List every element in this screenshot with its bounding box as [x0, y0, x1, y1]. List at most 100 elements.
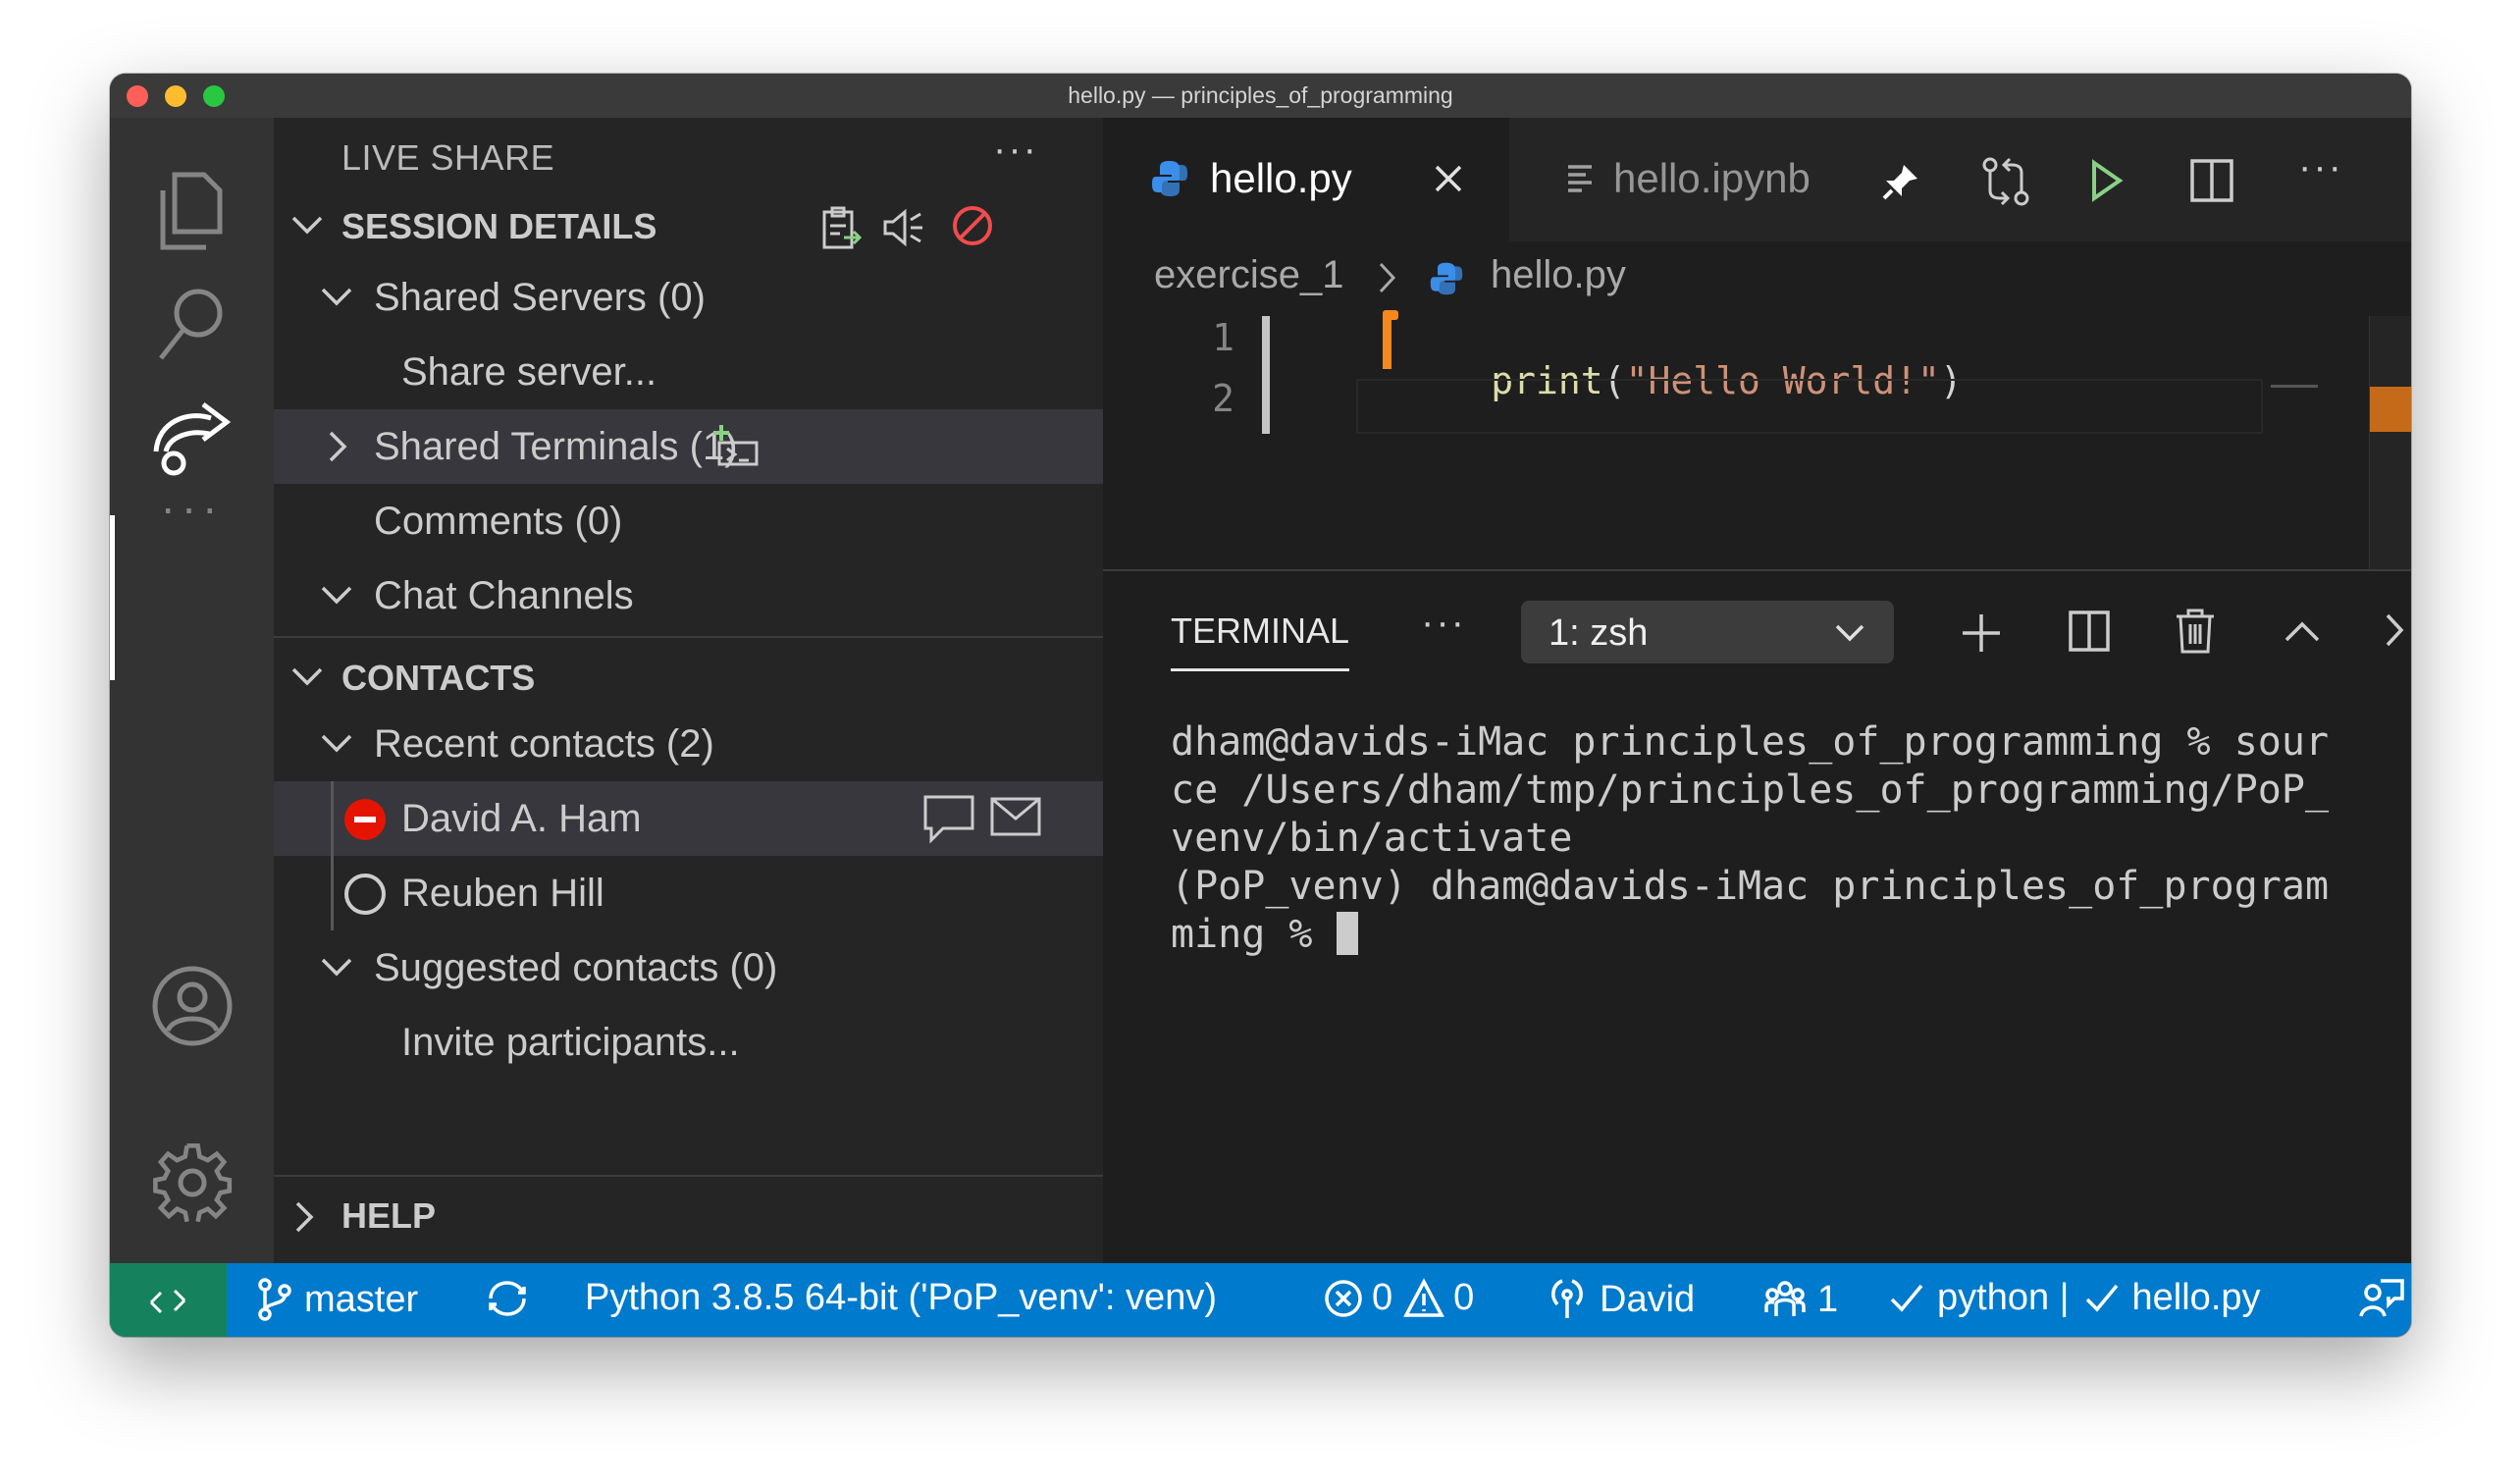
sync-button[interactable] — [483, 1277, 532, 1320]
tab-label: hello.ipynb — [1613, 155, 1811, 201]
terminal-line: dham@davids-iMac principles_of_programmi… — [1171, 719, 2330, 765]
offline-status-icon — [344, 874, 386, 915]
compare-changes-icon[interactable] — [1980, 155, 2031, 208]
git-gutter-indicator — [1262, 316, 1270, 434]
contact-item-david[interactable]: David A. Ham — [274, 781, 1103, 930]
feedback-button[interactable] — [2359, 1277, 2404, 1322]
trash-icon[interactable] — [2175, 607, 2216, 656]
check-icon — [1890, 1284, 1923, 1312]
tree-item-comments[interactable]: Comments (0) — [274, 484, 1103, 558]
vscode-window: hello.py — principles_of_programming ···… — [110, 74, 2411, 1337]
session-details-header[interactable]: SESSION DETAILS — [274, 196, 1103, 257]
editor-tabs-bar: hello.py hello.ipynb ··· — [1103, 118, 2411, 241]
selected-terminal: 1: zsh — [1549, 612, 1649, 654]
comments-label: Comments (0) — [374, 500, 623, 543]
notebook-file-icon — [1568, 165, 1592, 192]
stop-session-icon[interactable] — [949, 202, 996, 249]
collaborator-cursor — [1383, 314, 1391, 369]
breadcrumb-file[interactable]: hello.py — [1491, 253, 1626, 297]
busy-status-icon — [344, 799, 386, 840]
contact-item-reuben[interactable]: Reuben Hill — [274, 856, 1103, 930]
split-terminal-icon[interactable] — [2067, 609, 2112, 654]
status-bar: master Python 3.8.5 64-bit ('PoP_venv': … — [110, 1263, 2411, 1337]
audio-call-icon[interactable] — [879, 206, 926, 249]
window-title: hello.py — principles_of_programming — [1068, 82, 1453, 108]
breadcrumb-folder[interactable]: exercise_1 — [1154, 253, 1343, 297]
live-share-user-indicator[interactable]: David — [1547, 1277, 1695, 1322]
chevron-up-icon[interactable] — [2283, 618, 2322, 644]
tree-item-recent-contacts[interactable]: Recent contacts (2) — [274, 707, 1103, 781]
suggested-contacts-label: Suggested contacts (0) — [374, 946, 778, 989]
tab-terminal[interactable]: TERMINAL — [1171, 610, 1349, 652]
copy-link-icon[interactable] — [818, 204, 862, 251]
close-window-button[interactable] — [127, 85, 148, 107]
contacts-label: CONTACTS — [341, 658, 536, 698]
tree-item-share-server[interactable]: Share server... — [274, 335, 1103, 409]
new-terminal-icon[interactable] — [1959, 610, 2004, 656]
tree-item-shared-terminals[interactable]: Shared Terminals (1) — [274, 409, 1103, 484]
line-number: 2 — [1212, 377, 1234, 420]
split-editor-icon[interactable] — [2188, 157, 2235, 204]
editor-more-button[interactable]: ··· — [2298, 145, 2343, 189]
zoom-window-button[interactable] — [203, 85, 225, 107]
chevron-right-icon — [1379, 262, 1396, 293]
active-indicator — [110, 515, 115, 680]
more-views-icon[interactable]: ··· — [110, 481, 274, 534]
tree-item-shared-servers[interactable]: Shared Servers (0) — [274, 260, 1103, 335]
search-icon[interactable] — [110, 280, 274, 368]
branch-indicator[interactable]: master — [255, 1277, 418, 1322]
chevron-right-icon — [329, 431, 347, 462]
chevron-down-icon — [321, 288, 352, 306]
close-panel-icon[interactable] — [2385, 612, 2404, 648]
code-editor[interactable]: 1 2 print("Hello World!") — [1103, 310, 2411, 569]
explorer-icon[interactable] — [110, 167, 274, 255]
remote-indicator[interactable] — [110, 1263, 227, 1337]
tab-hello-py[interactable]: hello.py — [1103, 118, 1509, 241]
terminal-selector[interactable]: 1: zsh — [1521, 601, 1894, 663]
help-header[interactable]: HELP — [274, 1186, 1103, 1246]
breadcrumb: exercise_1 hello.py — [1103, 241, 2411, 316]
panel-more-button[interactable]: ··· — [1421, 601, 1466, 645]
collaborator-cursor-flag — [1383, 310, 1398, 320]
remote-icon — [149, 1289, 186, 1314]
help-label: HELP — [341, 1195, 437, 1236]
close-tab-icon[interactable] — [1433, 163, 1464, 194]
live-share-user: David — [1600, 1278, 1696, 1320]
terminal-cursor — [1336, 912, 1358, 955]
email-icon[interactable] — [988, 795, 1043, 838]
live-share-icon[interactable] — [110, 393, 274, 481]
contact-name: David A. Ham — [401, 797, 642, 840]
interpreter-label: Python 3.8.5 64-bit ('PoP_venv': venv) — [585, 1277, 1217, 1318]
participants-icon — [1764, 1281, 1806, 1316]
pin-icon[interactable] — [1880, 161, 1921, 202]
problems-indicator[interactable]: 0 0 — [1323, 1277, 1474, 1319]
title-bar: hello.py — principles_of_programming — [110, 74, 2411, 118]
python-check-indicator[interactable]: python | hello.py — [1888, 1277, 2261, 1319]
tab-hello-ipynb[interactable]: hello.ipynb — [1509, 118, 1829, 241]
participants-indicator[interactable]: 1 — [1762, 1277, 1838, 1322]
python-interpreter[interactable]: Python 3.8.5 64-bit ('PoP_venv': venv) — [585, 1277, 1217, 1319]
session-details-label: SESSION DETAILS — [341, 206, 657, 246]
warning-icon — [1403, 1277, 1445, 1317]
chat-channels-label: Chat Channels — [374, 574, 634, 617]
chat-icon[interactable] — [921, 793, 976, 844]
minimize-window-button[interactable] — [165, 85, 186, 107]
tree-item-suggested-contacts[interactable]: Suggested contacts (0) — [274, 930, 1103, 1005]
invite-participants-label: Invite participants... — [401, 1021, 740, 1064]
account-icon[interactable] — [110, 962, 274, 1050]
gear-icon[interactable] — [110, 1139, 274, 1227]
chevron-right-icon — [295, 1201, 314, 1233]
contacts-header[interactable]: CONTACTS — [274, 648, 1103, 709]
terminal-line: venv/bin/activate — [1171, 816, 1573, 861]
chevron-down-icon — [321, 734, 352, 753]
chevron-down-icon — [291, 667, 323, 686]
check-icon — [2085, 1284, 2118, 1312]
run-file-icon[interactable] — [2086, 159, 2126, 202]
terminal-output[interactable]: dham@davids-iMac principles_of_programmi… — [1171, 718, 2329, 959]
terminal-prompt-line: ming % — [1171, 911, 2329, 959]
share-terminal-icon[interactable] — [711, 421, 762, 468]
tree-item-invite-participants[interactable]: Invite participants... — [274, 1005, 1103, 1080]
warning-count: 0 — [1453, 1277, 1475, 1318]
tree-item-chat-channels[interactable]: Chat Channels — [274, 558, 1103, 633]
sidebar-more-button[interactable]: ··· — [993, 128, 1038, 172]
